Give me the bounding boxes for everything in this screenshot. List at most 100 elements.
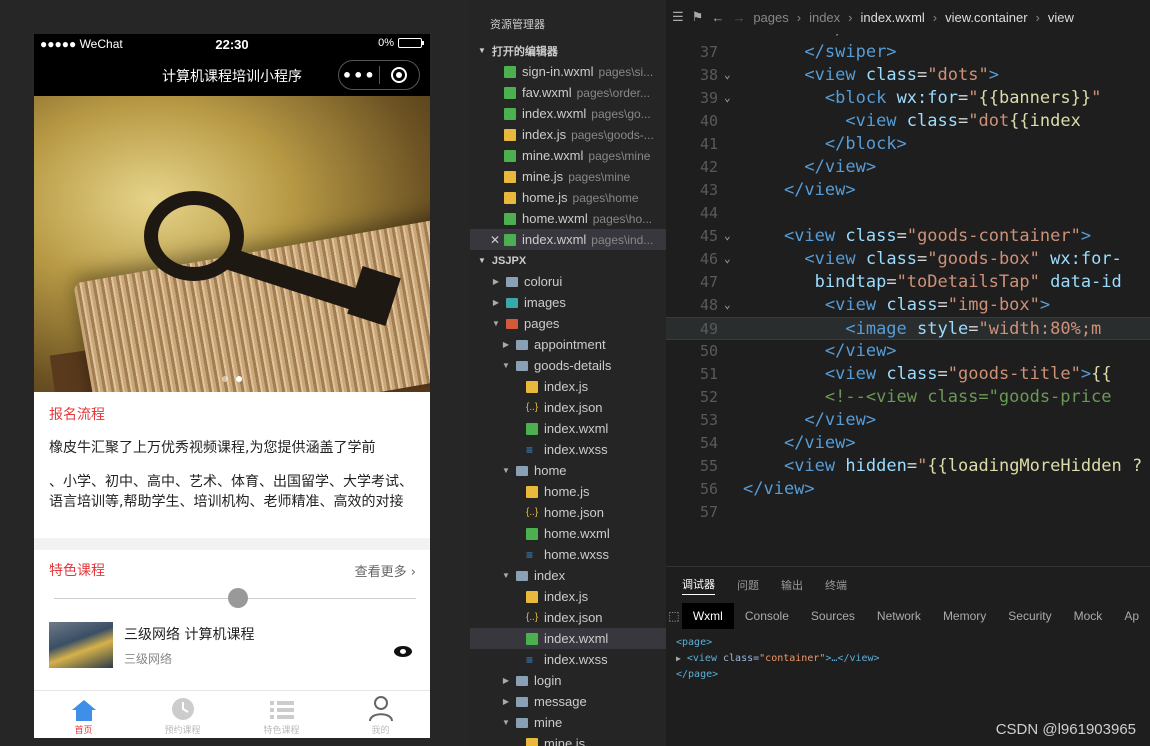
open-editor-item[interactable]: home.wxml pages\ho... — [470, 208, 666, 229]
chevron-right-icon[interactable]: ▶ — [500, 340, 512, 349]
tree-item-home-js[interactable]: home.js — [470, 481, 666, 502]
back-arrow-icon[interactable]: ← — [711, 10, 724, 25]
fold-chevron-icon[interactable]: ⌄ — [724, 91, 731, 104]
code-line[interactable]: 40 <view class="dot{{index — [666, 110, 1150, 133]
tab-problems[interactable]: 问题 — [737, 577, 759, 593]
wxml-node-page-close[interactable]: </page> — [676, 667, 1150, 683]
open-editor-item[interactable]: ✕ index.wxml pages\ind... — [470, 229, 666, 250]
open-editor-item[interactable]: home.js pages\home — [470, 187, 666, 208]
chevron-down-icon[interactable]: ▼ — [500, 571, 512, 580]
project-section[interactable]: ▼ JSJPX — [470, 250, 666, 271]
chevron-right-icon[interactable]: ▶ — [490, 298, 502, 307]
code-area[interactable]: 36 </block>37 </swiper>38⌄ <view class="… — [666, 18, 1150, 524]
fold-chevron-icon[interactable]: ⌄ — [724, 68, 731, 81]
open-editors-section[interactable]: ▼ 打开的编辑器 — [470, 40, 666, 61]
open-editor-item[interactable]: sign-in.wxml pages\si... — [470, 61, 666, 82]
code-line[interactable]: 46 ⌄ <view class="goods-box" wx:for- — [666, 248, 1150, 271]
tree-item-colorui[interactable]: ▶ colorui — [470, 271, 666, 292]
course-item[interactable]: 三级网络 计算机课程 三级网络 — [34, 608, 430, 682]
code-line[interactable]: 44 — [666, 202, 1150, 225]
wxml-node-view[interactable]: ▶ <view class="container">…</view> — [676, 651, 1150, 667]
forward-arrow-icon[interactable]: → — [732, 10, 745, 25]
fold-chevron-icon[interactable]: ⌄ — [724, 229, 731, 242]
swiper-dot-active[interactable] — [236, 376, 242, 382]
tree-item-index-wxss[interactable]: ≡ index.wxss — [470, 439, 666, 460]
open-editor-item[interactable]: mine.js pages\mine — [470, 166, 666, 187]
code-line[interactable]: 37 </swiper> — [666, 41, 1150, 64]
devtools-tab-security[interactable]: Security — [997, 603, 1062, 629]
code-line[interactable]: 43 </view> — [666, 179, 1150, 202]
list-icon[interactable]: ☰ — [672, 9, 684, 25]
breadcrumb-item[interactable]: index — [809, 10, 840, 25]
code-line[interactable]: 41 </block> — [666, 133, 1150, 156]
code-line[interactable]: 57 — [666, 501, 1150, 524]
bookmark-icon[interactable]: ⚑ — [692, 9, 704, 25]
code-line[interactable]: 50 </view> — [666, 340, 1150, 363]
code-line[interactable]: 45 ⌄ <view class="goods-container"> — [666, 225, 1150, 248]
tab-appointment[interactable]: 预约课程 — [133, 691, 232, 738]
banner-swiper[interactable] — [34, 96, 430, 392]
close-icon[interactable]: ✕ — [490, 233, 504, 247]
code-line[interactable]: 48 ⌄ <view class="img-box"> — [666, 294, 1150, 317]
code-line[interactable]: 54 </view> — [666, 432, 1150, 455]
devtools-tab-network[interactable]: Network — [866, 603, 932, 629]
chevron-right-icon[interactable]: ▶ — [500, 676, 512, 685]
code-line[interactable]: 52 <!--<view class="goods-price — [666, 386, 1150, 409]
tree-item-pages[interactable]: ▼ pages — [470, 313, 666, 334]
tree-item-index[interactable]: ▼ index — [470, 565, 666, 586]
tree-item-mine-js[interactable]: mine.js — [470, 733, 666, 746]
open-editor-item[interactable]: mine.wxml pages\mine — [470, 145, 666, 166]
devtools-tab-appdata[interactable]: Ap — [1113, 603, 1150, 629]
chevron-right-icon[interactable]: ▶ — [490, 277, 502, 286]
breadcrumb-item[interactable]: view — [1048, 10, 1074, 25]
tree-item-index-json[interactable]: {..} index.json — [470, 607, 666, 628]
tab-home[interactable]: 首页 — [34, 691, 133, 738]
tree-item-index-json[interactable]: {..} index.json — [470, 397, 666, 418]
fold-chevron-icon[interactable]: ⌄ — [724, 252, 731, 265]
tree-item-images[interactable]: ▶ images — [470, 292, 666, 313]
more-icon[interactable]: ••• — [339, 66, 379, 85]
code-line[interactable]: 39 ⌄ <block wx:for="{{banners}}" — [666, 87, 1150, 110]
devtools-tab-wxml[interactable]: Wxml — [681, 603, 734, 629]
view-more-link[interactable]: 查看更多 › — [355, 561, 416, 580]
code-line[interactable]: 49 <image style="width:80%;m — [666, 317, 1150, 340]
devtools-tab-memory[interactable]: Memory — [932, 603, 997, 629]
inspect-cursor-icon[interactable]: ⬚ — [666, 609, 682, 623]
code-line[interactable]: 51 <view class="goods-title">{{ — [666, 363, 1150, 386]
tab-mine[interactable]: 我的 — [331, 691, 430, 738]
tree-item-home[interactable]: ▼ home — [470, 460, 666, 481]
tab-featured[interactable]: 特色课程 — [232, 691, 331, 738]
chevron-down-icon[interactable]: ▼ — [500, 361, 512, 370]
code-editor[interactable]: 36 </block>37 </swiper>38⌄ <view class="… — [666, 0, 1150, 566]
open-editor-item[interactable]: index.js pages\goods-... — [470, 124, 666, 145]
close-program-button[interactable] — [379, 67, 419, 83]
fold-chevron-icon[interactable]: ⌄ — [724, 298, 731, 311]
open-editor-item[interactable]: fav.wxml pages\order... — [470, 82, 666, 103]
tree-item-index-wxml[interactable]: index.wxml — [470, 418, 666, 439]
chevron-down-icon[interactable]: ▼ — [500, 466, 512, 475]
tree-item-home-wxss[interactable]: ≡ home.wxss — [470, 544, 666, 565]
code-line[interactable]: 38 ⌄ <view class="dots"> — [666, 64, 1150, 87]
tree-item-home-json[interactable]: {..} home.json — [470, 502, 666, 523]
tab-debugger[interactable]: 调试器 — [682, 576, 715, 595]
tree-item-index-js[interactable]: index.js — [470, 586, 666, 607]
tree-item-home-wxml[interactable]: home.wxml — [470, 523, 666, 544]
tree-item-index-wxss[interactable]: ≡ index.wxss — [470, 649, 666, 670]
breadcrumb-item[interactable]: pages — [753, 10, 788, 25]
breadcrumb-item[interactable]: view.container — [945, 10, 1027, 25]
tab-output[interactable]: 输出 — [781, 577, 803, 593]
tree-item-mine[interactable]: ▼ mine — [470, 712, 666, 733]
code-line[interactable]: 42 </view> — [666, 156, 1150, 179]
chevron-right-icon[interactable]: ▶ — [500, 697, 512, 706]
tree-item-appointment[interactable]: ▶ appointment — [470, 334, 666, 355]
tree-item-goods-details[interactable]: ▼ goods-details — [470, 355, 666, 376]
breadcrumb-file[interactable]: index.wxml — [861, 10, 925, 25]
tree-item-message[interactable]: ▶ message — [470, 691, 666, 712]
chevron-down-icon[interactable]: ▼ — [490, 319, 502, 328]
code-line[interactable]: 53 </view> — [666, 409, 1150, 432]
chevron-down-icon[interactable]: ▼ — [500, 718, 512, 727]
open-editor-item[interactable]: index.wxml pages\go... — [470, 103, 666, 124]
devtools-tab-console[interactable]: Console — [734, 603, 800, 629]
code-line[interactable]: 47 bindtap="toDetailsTap" data-id — [666, 271, 1150, 294]
tree-item-index-wxml[interactable]: index.wxml — [470, 628, 666, 649]
